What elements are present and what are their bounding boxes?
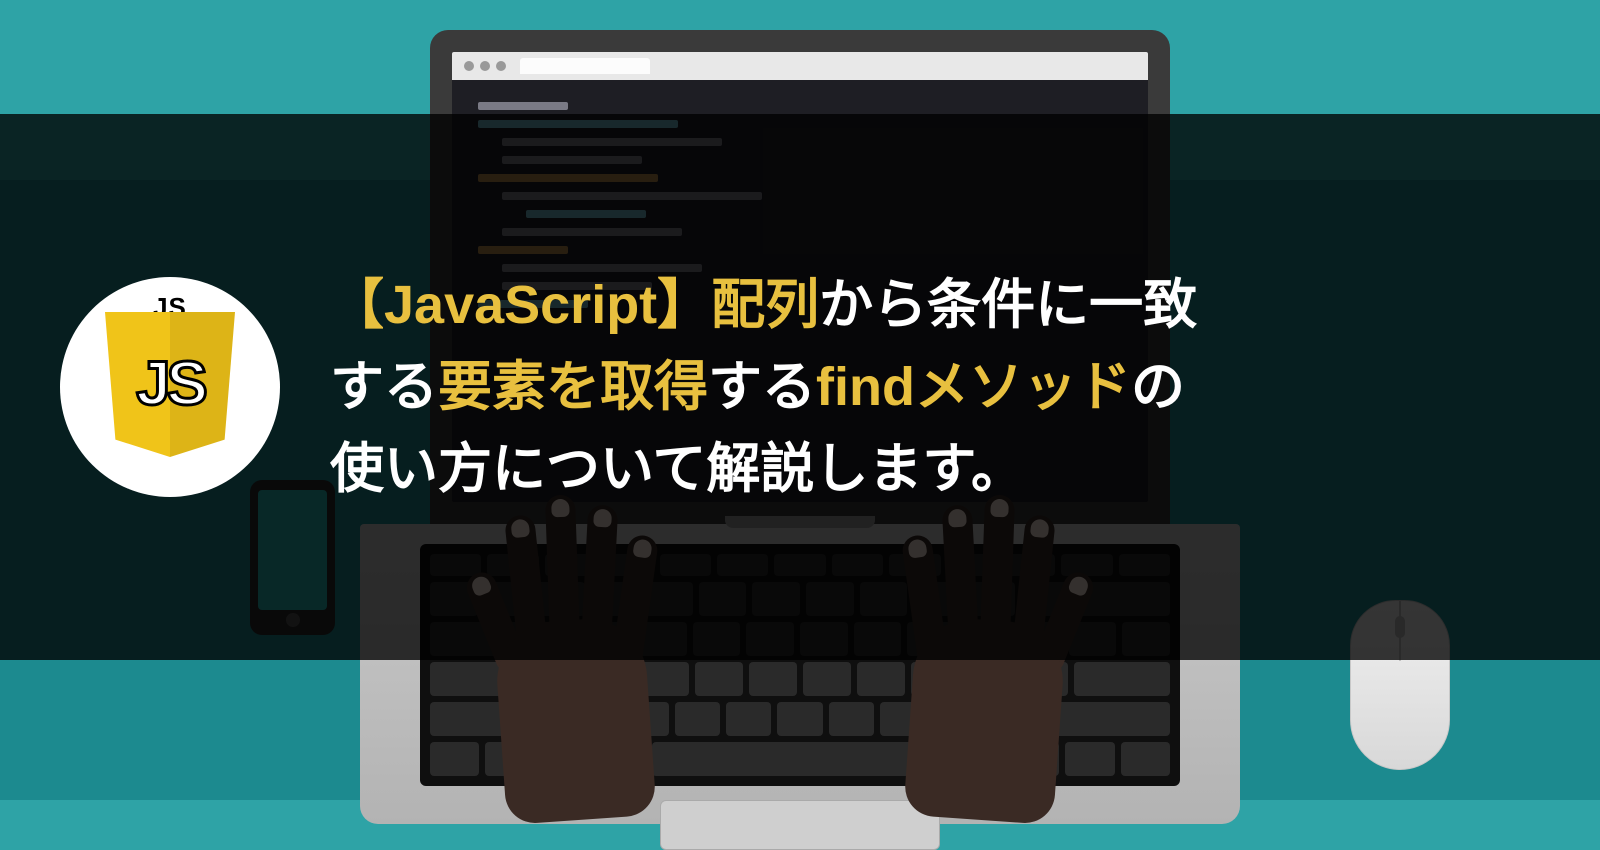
headline-hl-2: 要素を取得 — [438, 357, 708, 417]
headline-hl-3: findメソッド — [816, 357, 1131, 417]
headline-t2b: する — [708, 357, 816, 417]
headline-t2c: の — [1131, 357, 1185, 417]
headline-t1: から条件に一致 — [819, 275, 1197, 335]
hero-headline: 【JavaScript】配列から条件に一致 する要素を取得するfindメソッドの… — [330, 264, 1197, 510]
headline-hl-1: 【JavaScript】配列 — [330, 275, 819, 335]
hero-overlay: JS JS 【JavaScript】配列から条件に一致 する要素を取得するfin… — [0, 114, 1600, 660]
headline-t2a: する — [330, 357, 438, 417]
js-logo-badge: JS JS — [60, 277, 280, 497]
js-shield-text: JS — [136, 349, 204, 420]
browser-chrome — [452, 52, 1148, 80]
headline-t3: 使い方について解説します。 — [330, 439, 1025, 499]
